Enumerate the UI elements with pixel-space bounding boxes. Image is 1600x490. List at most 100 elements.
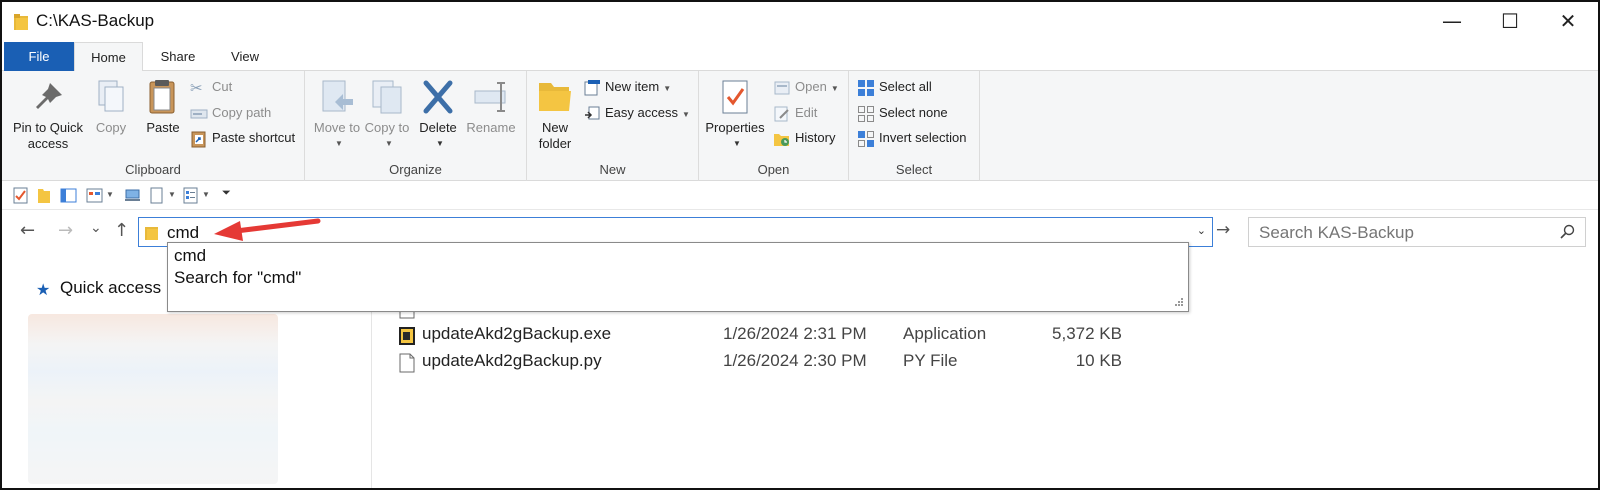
tab-share[interactable]: Share [143, 42, 213, 71]
checklist-icon[interactable] [182, 187, 199, 204]
move-to-dropdown-icon: ▼ [335, 139, 343, 148]
new-folder-icon [539, 83, 571, 111]
back-arrow-icon[interactable]: ← [20, 220, 35, 241]
copy-path-label: Copy path [212, 105, 272, 120]
select-none-label: Select none [879, 105, 948, 120]
pin-label: Pin to Quick access [12, 120, 84, 151]
copy-to-icon [372, 80, 402, 114]
invert-selection-icon [858, 130, 874, 147]
scissors-icon: ✂ [190, 79, 203, 97]
search-box[interactable] [1248, 217, 1586, 247]
checklist-dropdown-icon[interactable]: ▼ [202, 190, 210, 199]
pin-quick-access-button[interactable]: Pin to Quick access [10, 77, 86, 152]
move-to-button[interactable]: Move to ▼ [313, 77, 361, 152]
layout-icon[interactable] [86, 187, 103, 204]
file-row[interactable]: updateAkd2gBackup.exe 1/26/2024 2:31 PM … [392, 324, 1172, 350]
new-item-label: New item [605, 79, 660, 94]
tab-view[interactable]: View [213, 42, 277, 71]
delete-label: Delete [419, 120, 457, 135]
select-none-icon [858, 105, 874, 122]
paste-button[interactable]: Paste [138, 77, 188, 136]
new-document-icon[interactable] [148, 187, 165, 204]
tab-home[interactable]: Home [74, 42, 143, 72]
copy-to-button[interactable]: Copy to ▼ [363, 77, 411, 152]
delete-button[interactable]: Delete ▼ [415, 77, 461, 152]
cut-button[interactable]: ✂ Cut [190, 77, 232, 99]
properties-button[interactable]: Properties ▼ [703, 77, 767, 152]
address-autocomplete-dropdown: cmd Search for "cmd" [167, 242, 1189, 312]
properties-check-icon[interactable] [12, 187, 29, 204]
window-title: C:\KAS-Backup [36, 11, 155, 30]
star-icon: ★ [36, 282, 51, 299]
organize-group-label: Organize [389, 162, 442, 177]
copy-to-dropdown-icon: ▼ [385, 139, 393, 148]
preview-pane-icon[interactable] [60, 187, 77, 204]
recent-locations-icon[interactable]: ⌄ [90, 220, 102, 236]
up-arrow-icon[interactable]: ↑ [114, 220, 129, 241]
layout-dropdown-icon[interactable]: ▼ [106, 190, 114, 199]
file-name: updateAkd2gBackup.exe [422, 324, 612, 343]
cut-label: Cut [212, 79, 233, 94]
autocomplete-item-search[interactable]: Search for "cmd" [174, 268, 301, 288]
new-item-button[interactable]: New item ▼ [583, 77, 671, 99]
select-none-button[interactable]: Select none [857, 103, 948, 125]
paste-shortcut-button[interactable]: Paste shortcut [190, 128, 295, 150]
customize-qat-icon[interactable]: ⏷ [222, 187, 231, 200]
easy-access-button[interactable]: Easy access ▼ [583, 103, 690, 125]
file-explorer-window: C:\KAS-Backup — ☐ ✕ File Home Share View… [0, 0, 1600, 490]
move-to-label: Move to [313, 120, 361, 135]
file-name: updateAkd2gBackup.py [422, 351, 602, 370]
select-all-button[interactable]: Select all [857, 77, 932, 99]
properties-dropdown-icon: ▼ [733, 139, 741, 148]
minimize-button[interactable]: — [1437, 10, 1467, 34]
folder-icon [145, 227, 158, 240]
delete-dropdown-icon: ▼ [436, 139, 444, 148]
search-input[interactable] [1259, 222, 1539, 244]
invert-selection-button[interactable]: Invert selection [857, 128, 966, 150]
application-icon [399, 327, 415, 345]
edit-label: Edit [795, 105, 818, 120]
maximize-button[interactable]: ☐ [1495, 10, 1525, 34]
quick-access-item[interactable]: Quick access [60, 278, 161, 298]
properties-label: Properties [705, 120, 765, 135]
py-file-icon [399, 353, 415, 373]
copy-path-button[interactable]: Copy path [190, 103, 271, 125]
select-all-icon [858, 79, 874, 96]
rename-button[interactable]: Rename [463, 77, 519, 136]
edit-button[interactable]: Edit [773, 103, 817, 125]
folder-icon [14, 14, 28, 30]
title-bar: C:\KAS-Backup — ☐ ✕ [2, 2, 1598, 42]
select-group: Select all Select none Invert selection … [849, 71, 980, 181]
pin-icon [36, 83, 62, 109]
computer-icon[interactable] [124, 187, 141, 204]
ribbon-tabs: File Home Share View ⌃ ? [2, 42, 1598, 106]
history-label: History [795, 130, 836, 145]
open-button[interactable]: Open ▼ [773, 77, 839, 99]
resize-grip-icon[interactable] [1174, 297, 1184, 307]
organize-group: Move to ▼ Copy to ▼ Delete ▼ Rename Orga… [305, 71, 527, 181]
history-button[interactable]: History [773, 128, 835, 150]
forward-arrow-icon[interactable]: → [58, 220, 73, 241]
paste-shortcut-icon [191, 131, 206, 148]
new-item-icon [584, 79, 600, 96]
edit-icon [774, 106, 789, 122]
address-dropdown-icon[interactable]: ⌄ [1197, 224, 1206, 237]
paste-label: Paste [146, 120, 180, 135]
new-folder-label: New folder [538, 120, 572, 151]
autocomplete-item-cmd[interactable]: cmd [174, 246, 206, 266]
select-all-label: Select all [879, 79, 932, 94]
file-date: 1/26/2024 2:30 PM [723, 351, 867, 370]
open-dropdown-icon: ▼ [830, 84, 839, 93]
tab-file[interactable]: File [4, 42, 74, 71]
move-to-icon [322, 80, 353, 112]
file-row[interactable]: updateAkd2gBackup.py 1/26/2024 2:30 PM P… [392, 351, 1172, 377]
new-folder-qat-icon[interactable] [36, 187, 53, 204]
search-icon[interactable] [1559, 224, 1575, 240]
file-date: 1/26/2024 2:31 PM [723, 324, 867, 343]
file-type: PY File [903, 351, 958, 370]
close-button[interactable]: ✕ [1553, 10, 1583, 34]
go-arrow-icon[interactable]: → [1216, 220, 1230, 240]
new-folder-button[interactable]: New folder [533, 77, 577, 152]
copy-button[interactable]: Copy [88, 77, 134, 136]
new-document-dropdown-icon[interactable]: ▼ [168, 190, 176, 199]
